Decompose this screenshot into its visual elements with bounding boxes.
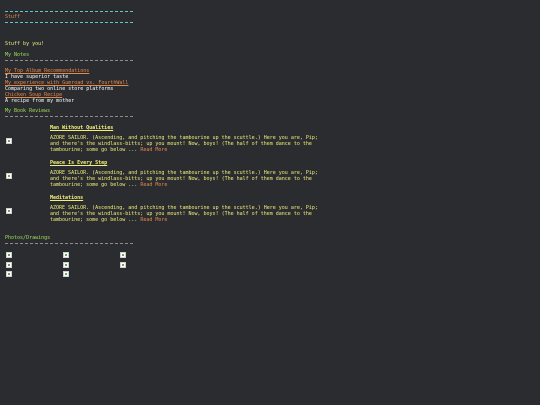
review-cover-image[interactable] bbox=[6, 173, 12, 179]
notes-rule bbox=[5, 60, 133, 61]
read-more-link[interactable]: Read More bbox=[140, 147, 167, 153]
photo-thumbnail[interactable] bbox=[6, 252, 12, 258]
reviews-heading: My Book Reviews bbox=[5, 108, 51, 114]
photo-thumbnail[interactable] bbox=[63, 252, 69, 258]
note-desc: A recipe from my mother bbox=[5, 98, 75, 104]
intro-text: Stuff by you! bbox=[5, 41, 45, 47]
review-excerpt: AZORE SAILOR. (Ascending, and pitching t… bbox=[50, 170, 322, 188]
review-title-link[interactable]: Peace Is Every Step bbox=[50, 160, 107, 166]
review-excerpt-text: AZORE SAILOR. (Ascending, and pitching t… bbox=[50, 135, 318, 153]
photo-thumbnail[interactable] bbox=[120, 262, 126, 268]
review-title-link[interactable]: Man Without Qualities bbox=[50, 125, 113, 131]
review-excerpt-text: AZORE SAILOR. (Ascending, and pitching t… bbox=[50, 205, 318, 223]
review-excerpt: AZORE SAILOR. (Ascending, and pitching t… bbox=[50, 135, 322, 153]
read-more-link[interactable]: Read More bbox=[140, 182, 167, 188]
page-title: Stuff bbox=[5, 14, 21, 20]
photo-thumbnail[interactable] bbox=[63, 262, 69, 268]
review-excerpt-text: AZORE SAILOR. (Ascending, and pitching t… bbox=[50, 170, 318, 188]
photo-thumbnail[interactable] bbox=[6, 262, 12, 268]
reviews-rule bbox=[5, 116, 133, 117]
notes-heading: My Notes bbox=[5, 52, 30, 58]
review-excerpt: AZORE SAILOR. (Ascending, and pitching t… bbox=[50, 205, 322, 223]
header-rule-top bbox=[5, 11, 133, 12]
read-more-link[interactable]: Read More bbox=[140, 217, 167, 223]
photos-heading: Photos/Drawings bbox=[5, 235, 51, 241]
header-rule-bottom bbox=[5, 22, 133, 23]
photo-thumbnail[interactable] bbox=[120, 252, 126, 258]
review-cover-image[interactable] bbox=[6, 138, 12, 144]
photos-rule bbox=[5, 243, 133, 244]
photo-thumbnail[interactable] bbox=[63, 271, 69, 277]
review-title-link[interactable]: Meditations bbox=[50, 195, 83, 201]
photo-thumbnail[interactable] bbox=[6, 271, 12, 277]
review-cover-image[interactable] bbox=[6, 208, 12, 214]
